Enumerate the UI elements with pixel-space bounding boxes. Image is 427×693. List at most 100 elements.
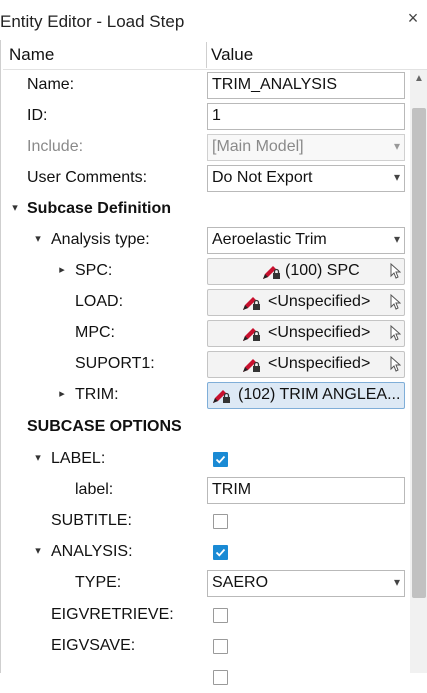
- pencil-lock-icon: [213, 390, 230, 403]
- chevron-down-icon[interactable]: ▾: [394, 232, 400, 246]
- trim-value: (102) TRIM ANGLEA...: [238, 386, 401, 403]
- label-option-label: LABEL:: [51, 450, 106, 467]
- spc-label: SPC:: [75, 262, 113, 279]
- row-type: TYPE: SAERO ▾: [1, 568, 410, 599]
- name-value: TRIM_ANALYSIS: [212, 76, 338, 93]
- id-input[interactable]: 1: [207, 103, 405, 130]
- row-partial: [1, 662, 410, 693]
- label-checkbox[interactable]: [213, 452, 228, 467]
- subtitle-label: SUBTITLE:: [51, 512, 132, 529]
- label-input[interactable]: TRIM: [207, 477, 405, 504]
- checkmark-icon: [215, 455, 226, 464]
- suport1-value: <Unspecified>: [268, 355, 371, 372]
- id-label: ID:: [27, 107, 48, 124]
- trim-label: TRIM:: [75, 386, 119, 403]
- label-input-value: TRIM: [212, 481, 252, 498]
- spc-entity-selector[interactable]: (100) SPC: [207, 258, 405, 285]
- name-label: Name:: [27, 76, 75, 93]
- id-value: 1: [212, 107, 221, 124]
- scroll-thumb[interactable]: [412, 108, 426, 598]
- eigvsave-checkbox[interactable]: [213, 639, 228, 654]
- pencil-lock-icon: [263, 266, 280, 279]
- chevron-down-icon: ▾: [393, 139, 400, 153]
- expand-icon[interactable]: ▾: [9, 201, 21, 214]
- row-label-option: ▾ LABEL:: [1, 444, 410, 475]
- type-value: SAERO: [212, 574, 269, 591]
- include-value: [Main Model]: [212, 138, 304, 155]
- load-entity-selector[interactable]: <Unspecified>: [207, 289, 405, 316]
- row-user-comments: User Comments: Do Not Export ▾: [1, 163, 410, 194]
- pointer-icon: [390, 293, 401, 310]
- row-mpc: MPC: <Unspecified>: [1, 318, 410, 349]
- type-select[interactable]: SAERO ▾: [207, 570, 405, 597]
- chevron-down-icon[interactable]: ▾: [394, 170, 400, 184]
- include-select: [Main Model] ▾: [207, 134, 405, 161]
- expand-icon[interactable]: ▾: [32, 451, 44, 464]
- column-header-value[interactable]: Value: [211, 45, 253, 65]
- row-eigvsave: EIGVSAVE:: [1, 631, 410, 662]
- expand-icon[interactable]: ▾: [32, 232, 44, 245]
- pencil-lock-icon: [243, 297, 260, 310]
- entity-editor-table: Name Value ▲ Name: TRIM_ANALYSIS ID: 1 I…: [0, 40, 427, 685]
- title-bar: Entity Editor - Load Step ×: [0, 0, 427, 40]
- mpc-entity-selector[interactable]: <Unspecified>: [207, 320, 405, 347]
- vertical-scrollbar[interactable]: ▲: [410, 70, 427, 673]
- analysis-type-value: Aeroelastic Trim: [212, 231, 327, 248]
- row-label-value: label: TRIM: [1, 475, 410, 506]
- partial-checkbox[interactable]: [213, 670, 228, 685]
- spc-value: (100) SPC: [285, 262, 360, 279]
- scroll-up-icon[interactable]: ▲: [410, 70, 427, 88]
- eigvretrieve-label: EIGVRETRIEVE:: [51, 606, 174, 623]
- collapse-icon[interactable]: ▸: [56, 263, 68, 276]
- type-label: TYPE:: [75, 574, 122, 591]
- row-analysis: ▾ ANALYSIS:: [1, 537, 410, 568]
- analysis-type-select[interactable]: Aeroelastic Trim ▾: [207, 227, 405, 254]
- row-name: Name: TRIM_ANALYSIS: [1, 70, 410, 101]
- analysis-checkbox[interactable]: [213, 545, 228, 560]
- name-input[interactable]: TRIM_ANALYSIS: [207, 72, 405, 99]
- column-header-name[interactable]: Name: [9, 45, 54, 65]
- trim-entity-selector[interactable]: (102) TRIM ANGLEA...: [207, 382, 405, 409]
- label-value-label: label:: [75, 481, 114, 498]
- expand-icon[interactable]: ▾: [32, 544, 44, 557]
- row-suport1: SUPORT1: <Unspecified>: [1, 349, 410, 380]
- row-spc: ▸ SPC: (100) SPC: [1, 256, 410, 287]
- mpc-value: <Unspecified>: [268, 324, 371, 341]
- load-label: LOAD:: [75, 293, 124, 310]
- table-header: Name Value: [3, 40, 427, 71]
- include-label: Include:: [27, 138, 84, 155]
- pointer-icon: [390, 324, 401, 341]
- row-trim: ▸ TRIM: (102) TRIM ANGLEA...: [1, 380, 410, 411]
- eigvretrieve-checkbox[interactable]: [213, 608, 228, 623]
- subtitle-checkbox[interactable]: [213, 514, 228, 529]
- window-title: Entity Editor - Load Step: [0, 12, 185, 31]
- pointer-icon: [390, 355, 401, 372]
- chevron-down-icon[interactable]: ▾: [394, 575, 400, 589]
- eigvsave-label: EIGVSAVE:: [51, 637, 136, 654]
- suport1-label: SUPORT1:: [75, 355, 155, 372]
- row-subtitle: SUBTITLE:: [1, 506, 410, 537]
- pencil-lock-icon: [243, 328, 260, 341]
- subcase-definition-header: Subcase Definition: [27, 200, 172, 217]
- subcase-options-header: SUBCASE OPTIONS: [27, 418, 182, 435]
- column-divider[interactable]: [206, 42, 207, 68]
- close-icon[interactable]: ×: [403, 8, 423, 28]
- analysis-type-label: Analysis type:: [51, 231, 150, 248]
- mpc-label: MPC:: [75, 324, 115, 341]
- row-id: ID: 1: [1, 101, 410, 132]
- load-value: <Unspecified>: [268, 293, 371, 310]
- pointer-icon: [390, 262, 401, 279]
- user-comments-value: Do Not Export: [212, 169, 313, 186]
- row-subcase-definition[interactable]: ▾ Subcase Definition: [1, 194, 410, 225]
- suport1-entity-selector[interactable]: <Unspecified>: [207, 351, 405, 378]
- user-comments-select[interactable]: Do Not Export ▾: [207, 165, 405, 192]
- row-analysis-type: ▾ Analysis type: Aeroelastic Trim ▾: [1, 225, 410, 256]
- row-include: Include: [Main Model] ▾: [1, 132, 410, 163]
- analysis-label: ANALYSIS:: [51, 543, 133, 560]
- row-subcase-options: SUBCASE OPTIONS: [1, 412, 410, 443]
- row-eigvretrieve: EIGVRETRIEVE:: [1, 600, 410, 631]
- checkmark-icon: [215, 548, 226, 557]
- collapse-icon[interactable]: ▸: [56, 387, 68, 400]
- row-load: LOAD: <Unspecified>: [1, 287, 410, 318]
- user-comments-label: User Comments:: [27, 169, 148, 186]
